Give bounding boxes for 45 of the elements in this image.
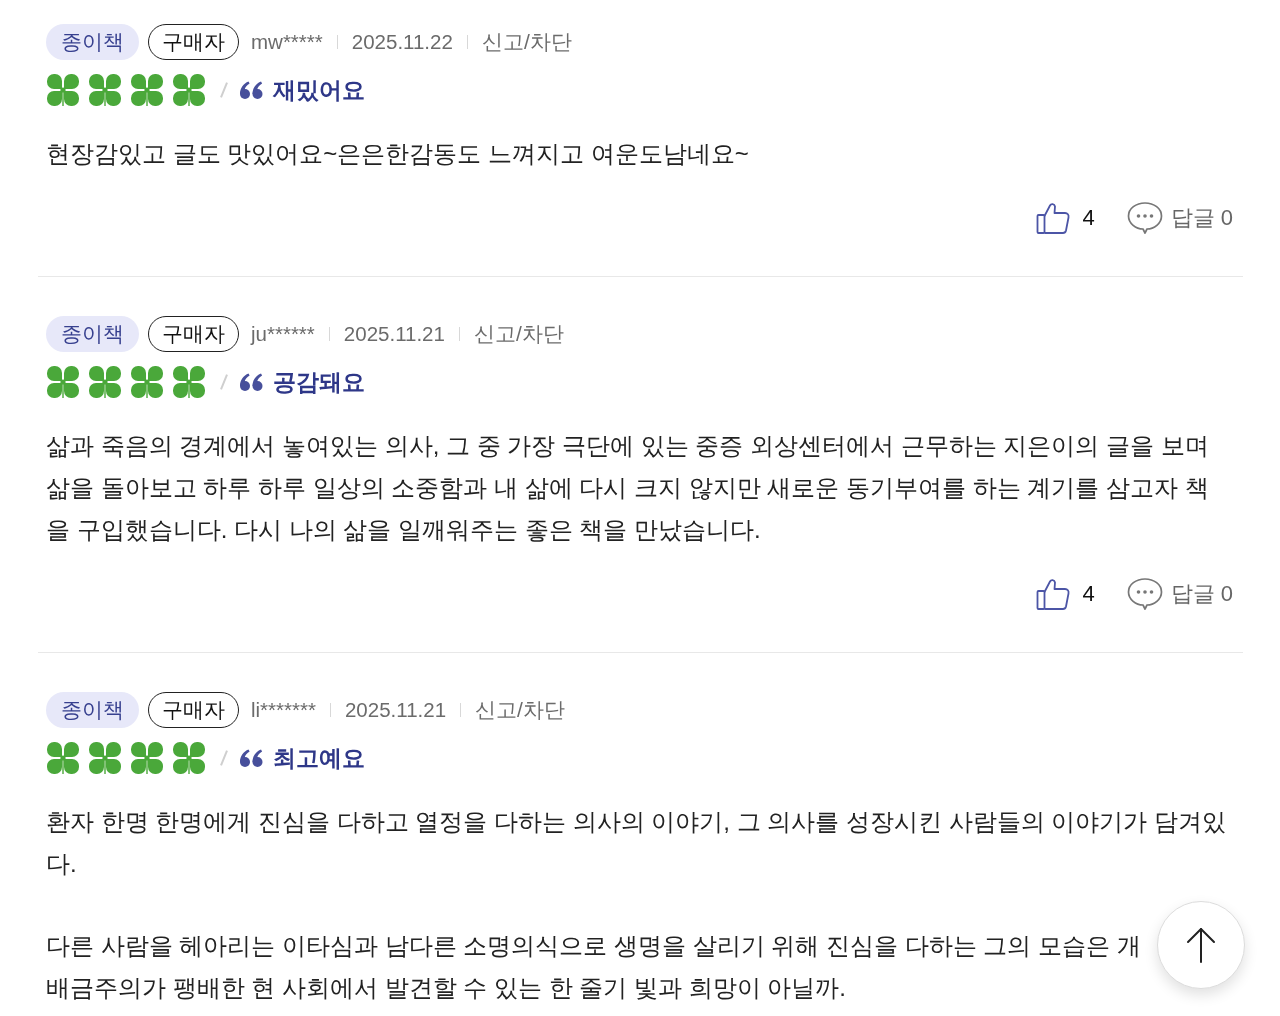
report-block-link[interactable]: 신고/차단 bbox=[481, 28, 572, 56]
chat-bubble-icon bbox=[1126, 201, 1163, 235]
clover-icon bbox=[88, 365, 122, 399]
clover-icon bbox=[46, 73, 80, 107]
report-block-link[interactable]: 신고/차단 bbox=[473, 320, 564, 348]
format-tag: 종이책 bbox=[46, 692, 139, 728]
slash-separator bbox=[220, 82, 228, 98]
reply-button[interactable]: 답글 0 bbox=[1126, 201, 1233, 235]
username: ju****** bbox=[251, 322, 315, 346]
review-headline: 공감돼요 bbox=[273, 367, 365, 397]
clover-icon bbox=[172, 365, 206, 399]
quote-icon bbox=[240, 749, 263, 767]
clover-icon bbox=[46, 365, 80, 399]
review-headline: 재밌어요 bbox=[273, 75, 365, 105]
clover-icon bbox=[88, 741, 122, 775]
slash-separator bbox=[220, 374, 228, 390]
review-headline: 최고예요 bbox=[273, 743, 365, 773]
review-text: 환자 한명 한명에게 진심을 다하고 열정을 다하는 의사의 이야기, 그 의사를 성장시킨 사람들의 이야기가 담겨있다. bbox=[46, 807, 1228, 879]
clover-icon bbox=[88, 73, 122, 107]
review-text: 다른 사람을 헤아리는 이타심과 남다른 소명의식으로 생명을 살리기 위해 진심을 다하는 그의 모습은 개 배금주의가 팽배한 현 사회에서 발견할 수 있는 한 줄기 빛과 희망이 아닐까. bbox=[46, 931, 1141, 1003]
like-button[interactable]: 4 bbox=[1036, 201, 1095, 235]
username: li******* bbox=[251, 698, 316, 722]
username: mw***** bbox=[251, 30, 323, 54]
review-date: 2025.11.21 bbox=[343, 322, 445, 346]
thumbs-up-icon bbox=[1036, 201, 1071, 235]
clover-icon bbox=[172, 73, 206, 107]
quote-icon bbox=[240, 81, 263, 99]
reply-button[interactable]: 답글 0 bbox=[1126, 577, 1233, 611]
clover-icon bbox=[130, 365, 164, 399]
format-tag: 종이책 bbox=[46, 24, 139, 60]
format-tag: 종이책 bbox=[46, 316, 139, 352]
review-date: 2025.11.22 bbox=[351, 30, 453, 54]
like-button[interactable]: 4 bbox=[1036, 577, 1095, 611]
slash-separator bbox=[220, 750, 228, 766]
chat-bubble-icon bbox=[1126, 577, 1163, 611]
clover-icon bbox=[130, 73, 164, 107]
quote-icon bbox=[240, 373, 263, 391]
clover-icon bbox=[172, 741, 206, 775]
report-block-link[interactable]: 신고/차단 bbox=[475, 696, 565, 724]
clover-icon bbox=[46, 741, 80, 775]
review-text: 삶과 죽음의 경계에서 놓여있는 의사, 그 중 가장 극단에 있는 중증 외상센터에서 근무하는 지은이의 글을 보며 삶을 돌아보고 하루 하루 일상의 소중함과 내 삶에 다시 크지 않지만 새로운 동기부여를 하는 계기를 삼고자 책을 구입했습니다. 다시 나의 삶을 일깨워주는 좋은 책을 만났습니다. bbox=[46, 431, 1210, 545]
review-date: 2025.11.21 bbox=[344, 698, 447, 722]
review-text: 현장감있고 글도 맛있어요~은은한감동도 느껴지고 여운도남네요~ bbox=[46, 139, 749, 169]
thumbs-up-icon bbox=[1036, 577, 1071, 611]
clover-icon bbox=[130, 741, 164, 775]
